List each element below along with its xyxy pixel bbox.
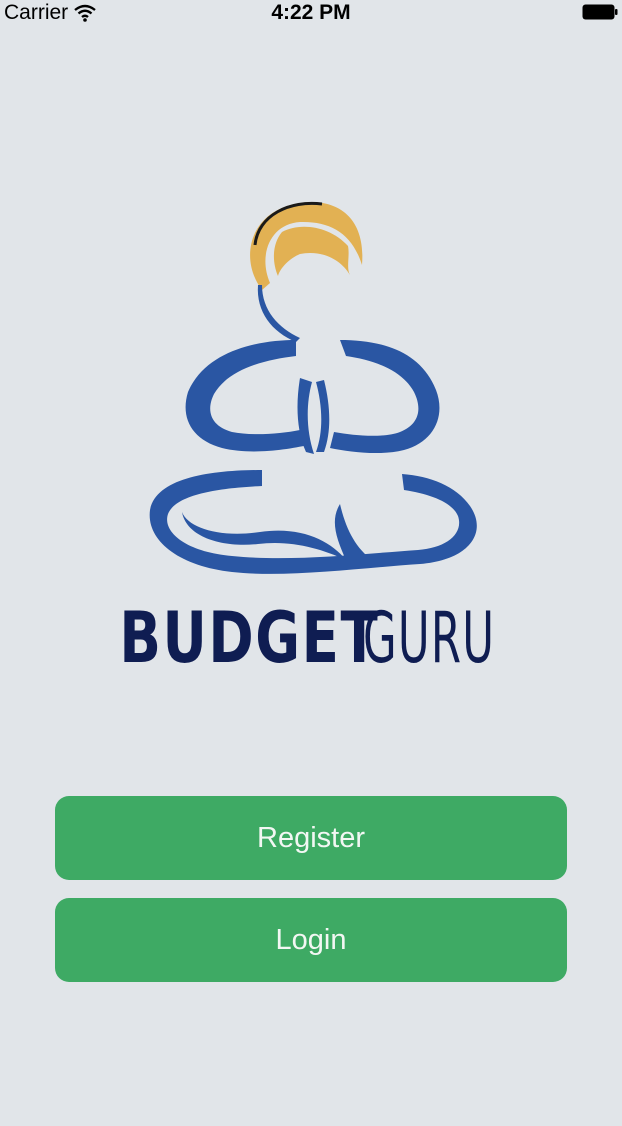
status-bar: Carrier 4:22 PM (0, 0, 622, 28)
login-button[interactable]: Login (55, 898, 567, 982)
battery-icon (582, 4, 618, 20)
brand-name-light: GURU (362, 597, 496, 679)
clock: 4:22 PM (271, 1, 351, 24)
brand-wordmark: BUDGETGURU (0, 598, 622, 678)
meditating-guru-icon (149, 201, 477, 574)
brand-name-bold: BUDGET (118, 597, 379, 679)
register-button[interactable]: Register (55, 796, 567, 880)
